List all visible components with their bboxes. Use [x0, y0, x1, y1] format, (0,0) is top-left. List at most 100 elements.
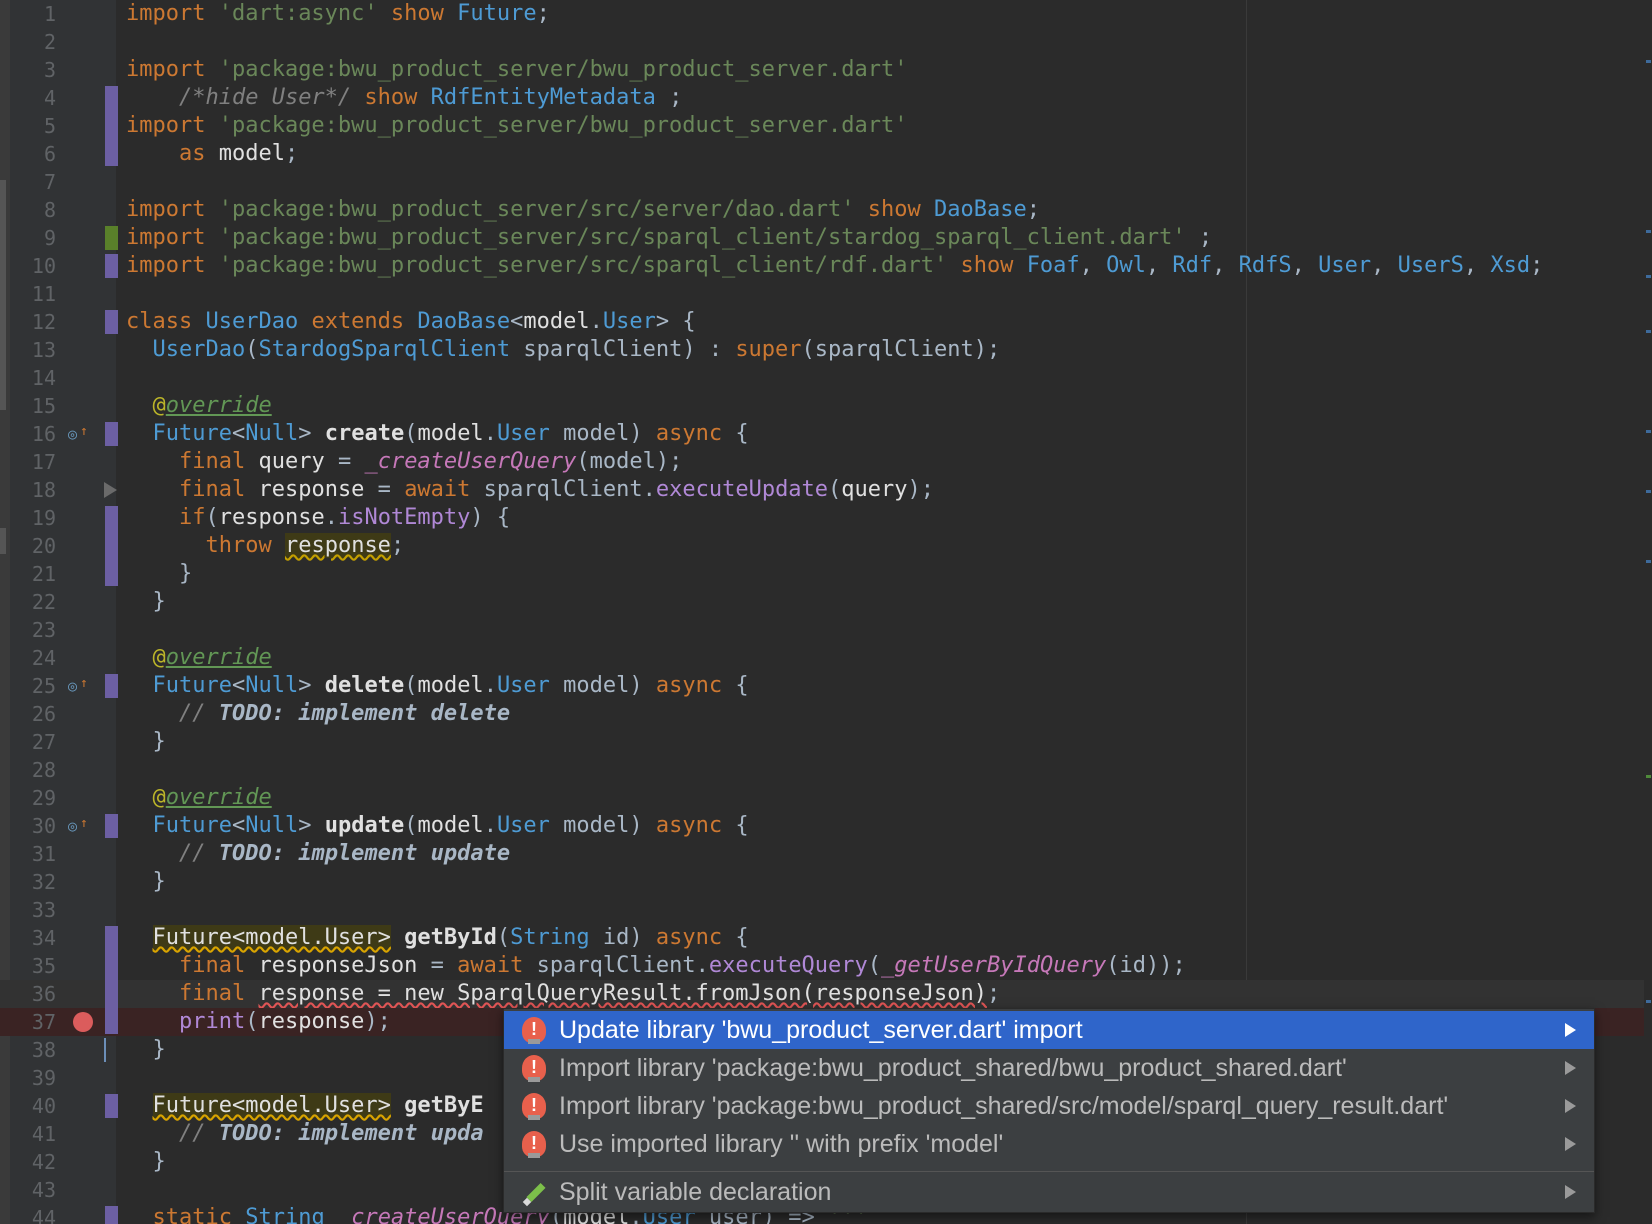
line-number[interactable]: 19 — [10, 504, 56, 532]
popup-item-import-shared-library[interactable]: Import library 'package:bwu_product_shar… — [504, 1048, 1594, 1087]
line-number[interactable]: 33 — [10, 896, 56, 924]
code-line[interactable]: 16 ◎ ↑ Future<Null> create(model.User mode… — [0, 420, 1652, 448]
code-text[interactable]: } — [126, 1036, 165, 1064]
code-line[interactable]: 29 @override — [0, 784, 1652, 812]
code-text[interactable]: if(response.isNotEmpty) { — [126, 504, 510, 532]
code-line[interactable]: 35 final responseJson = await sparqlClie… — [0, 952, 1652, 980]
vcs-change-marker[interactable] — [105, 226, 118, 250]
line-number[interactable]: 9 — [10, 224, 56, 252]
code-text[interactable]: Future<model.User> getByE — [126, 1092, 484, 1120]
vcs-change-marker[interactable] — [105, 1094, 118, 1118]
code-line[interactable]: 17 final query = _createUserQuery(model)… — [0, 448, 1652, 476]
code-text[interactable]: import 'package:bwu_product_server/bwu_p… — [126, 112, 907, 140]
line-number[interactable]: 8 — [10, 196, 56, 224]
line-number[interactable]: 24 — [10, 644, 56, 672]
fold-arrow-icon[interactable] — [104, 482, 117, 498]
line-number[interactable]: 29 — [10, 784, 56, 812]
line-number[interactable]: 22 — [10, 588, 56, 616]
line-number[interactable]: 1 — [10, 0, 56, 28]
line-number[interactable]: 25 — [10, 672, 56, 700]
code-text[interactable]: @override — [126, 392, 272, 420]
override-method-icon[interactable]: ◎ ↑ — [68, 816, 90, 836]
line-number[interactable]: 31 — [10, 840, 56, 868]
code-line[interactable]: 33 — [0, 896, 1652, 924]
vcs-change-marker[interactable] — [104, 1038, 106, 1062]
code-line[interactable]: 27 } — [0, 728, 1652, 756]
line-number[interactable]: 27 — [10, 728, 56, 756]
override-method-icon[interactable]: ◎ ↑ — [68, 676, 90, 696]
vcs-change-marker[interactable] — [105, 422, 118, 446]
line-number[interactable]: 7 — [10, 168, 56, 196]
line-number[interactable]: 41 — [10, 1120, 56, 1148]
code-line[interactable]: 24 @override — [0, 644, 1652, 672]
code-line[interactable]: 25 ◎ ↑ Future<Null> delete(model.User mode… — [0, 672, 1652, 700]
code-line[interactable]: 1 import 'dart:async' show Future; — [0, 0, 1652, 28]
line-number[interactable]: 10 — [10, 252, 56, 280]
code-line[interactable]: 28 — [0, 756, 1652, 784]
vcs-change-marker[interactable] — [105, 926, 118, 1034]
code-text[interactable]: import 'package:bwu_product_server/bwu_p… — [126, 56, 907, 84]
line-number[interactable]: 34 — [10, 924, 56, 952]
code-line[interactable]: 10 import 'package:bwu_product_server/src… — [0, 252, 1652, 280]
code-line[interactable]: 22 } — [0, 588, 1652, 616]
code-line[interactable]: 21 } — [0, 560, 1652, 588]
vcs-change-marker[interactable] — [105, 254, 118, 278]
code-line[interactable]: 14 — [0, 364, 1652, 392]
line-number[interactable]: 5 — [10, 112, 56, 140]
code-text[interactable]: } — [126, 1148, 165, 1176]
line-number[interactable]: 44 — [10, 1204, 56, 1224]
code-line[interactable]: 2 — [0, 28, 1652, 56]
code-line[interactable]: 4 /*hide User*/ show RdfEntityMetadata ; — [0, 84, 1652, 112]
code-text[interactable]: } — [126, 588, 165, 616]
vcs-change-marker[interactable] — [105, 814, 118, 838]
line-number[interactable]: 42 — [10, 1148, 56, 1176]
code-line[interactable]: 7 — [0, 168, 1652, 196]
code-line[interactable]: 11 — [0, 280, 1652, 308]
popup-item-use-imported-library-prefix[interactable]: Use imported library '' with prefix 'mod… — [504, 1124, 1594, 1163]
code-line[interactable]: 18 final response = await sparqlClient.e… — [0, 476, 1652, 504]
line-number[interactable]: 12 — [10, 308, 56, 336]
vcs-change-marker[interactable] — [105, 1206, 118, 1224]
line-number[interactable]: 2 — [10, 28, 56, 56]
code-text[interactable]: Future<Null> update(model.User model) as… — [126, 812, 749, 840]
line-number[interactable]: 23 — [10, 616, 56, 644]
popup-item-update-library-import[interactable]: Update library 'bwu_product_server.dart'… — [504, 1010, 1594, 1049]
line-number[interactable]: 32 — [10, 868, 56, 896]
line-number[interactable]: 30 — [10, 812, 56, 840]
code-text[interactable]: import 'dart:async' show Future; — [126, 0, 550, 28]
code-text[interactable]: final query = _createUserQuery(model); — [126, 448, 682, 476]
vcs-change-marker[interactable] — [105, 674, 118, 698]
override-method-icon[interactable]: ◎ ↑ — [68, 424, 90, 444]
intention-actions-popup[interactable]: Update library 'bwu_product_server.dart'… — [503, 1008, 1595, 1213]
code-text[interactable]: final responseJson = await sparqlClient.… — [126, 952, 1186, 980]
line-number[interactable]: 26 — [10, 700, 56, 728]
line-number[interactable]: 3 — [10, 56, 56, 84]
code-text[interactable]: as model; — [126, 140, 298, 168]
line-number[interactable]: 39 — [10, 1064, 56, 1092]
code-text[interactable]: @override — [126, 644, 272, 672]
code-line[interactable]: 12 class UserDao extends DaoBase<model.Us… — [0, 308, 1652, 336]
line-number[interactable]: 38 — [10, 1036, 56, 1064]
line-number[interactable]: 28 — [10, 756, 56, 784]
code-text[interactable]: @override — [126, 784, 272, 812]
code-line[interactable]: 30 ◎ ↑ Future<Null> update(model.User mode… — [0, 812, 1652, 840]
line-number[interactable]: 21 — [10, 560, 56, 588]
line-number[interactable]: 36 — [10, 980, 56, 1008]
code-text[interactable]: // TODO: implement upda — [126, 1120, 484, 1148]
line-number[interactable]: 17 — [10, 448, 56, 476]
code-text[interactable]: Future<Null> create(model.User model) as… — [126, 420, 749, 448]
code-line[interactable]: 6 as model; — [0, 140, 1652, 168]
popup-item-split-variable-declaration[interactable]: Split variable declaration — [504, 1173, 1594, 1211]
code-line[interactable]: 34 Future<model.User> getById(String id)… — [0, 924, 1652, 952]
code-text[interactable]: import 'package:bwu_product_server/src/s… — [126, 224, 1212, 252]
line-number[interactable]: 37 — [10, 1008, 56, 1036]
code-text[interactable]: } — [126, 560, 192, 588]
code-text[interactable]: } — [126, 868, 165, 896]
line-number[interactable]: 16 — [10, 420, 56, 448]
popup-item-import-sparql-query-result[interactable]: Import library 'package:bwu_product_shar… — [504, 1086, 1594, 1125]
vcs-change-marker[interactable] — [105, 86, 118, 166]
breakpoint-icon[interactable] — [73, 1012, 93, 1032]
code-text[interactable]: final response = new SparqlQueryResult.f… — [126, 980, 1000, 1008]
code-text[interactable]: /*hide User*/ show RdfEntityMetadata ; — [126, 84, 682, 112]
code-text[interactable]: class UserDao extends DaoBase<model.User… — [126, 308, 696, 336]
